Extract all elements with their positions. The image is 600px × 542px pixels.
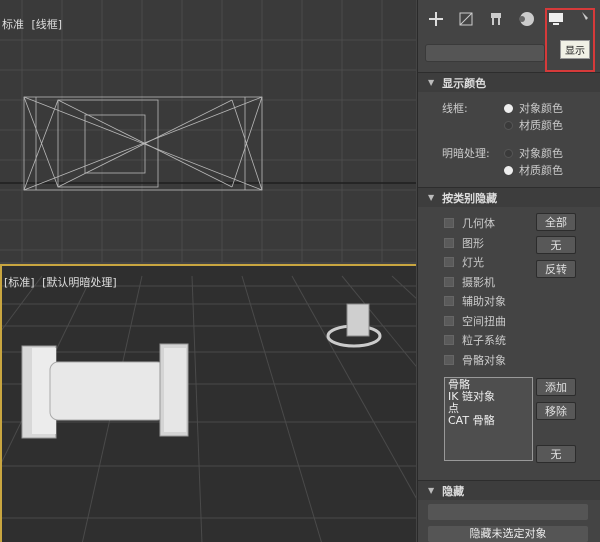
top-viewport-label[interactable]: 标准 [线框] [2,16,66,32]
viewport-shading-label[interactable]: [标准] [4,276,35,289]
wireframe-material-color-radio[interactable]: 材质颜色 [504,117,563,133]
hide-unselected-button[interactable]: 隐藏未选定对象 [428,526,588,542]
remove-button[interactable]: 移除 [536,402,576,420]
perspective-viewport[interactable]: [标准] [默认明暗处理] [0,264,416,542]
all-button[interactable]: 全部 [536,213,576,231]
hide-lights-checkbox[interactable]: 灯光 [444,254,484,270]
display-color-rollout[interactable]: ▼ 显示颜色 [418,72,600,92]
top-viewport-grid [0,0,416,262]
category-listbox[interactable]: 骨骼 IK 链对象 点 CAT 骨骼 [444,377,533,461]
hide-by-category-rollout[interactable]: ▼ 按类别隐藏 [418,187,600,207]
radio-dot [504,103,513,113]
viewport-mode-label[interactable]: [默认明暗处理] [42,276,117,289]
modify-tab-icon[interactable] [454,7,478,31]
spool-object [21,343,189,439]
object-name-field[interactable] [425,44,545,62]
hide-bone-objects-checkbox[interactable]: 骨骼对象 [444,352,506,368]
wireframe-label: 线框: [442,102,468,115]
wireframe-object [23,96,263,191]
hide-rollout[interactable]: ▼ 隐藏 [418,480,600,500]
invert-button[interactable]: 反转 [536,260,576,278]
none-button[interactable]: 无 [536,236,576,254]
top-viewport[interactable]: 标准 [线框] [0,0,416,262]
radio-dot [504,120,513,130]
add-button[interactable]: 添加 [536,378,576,396]
rollout-collapse-icon: ▼ [428,78,435,87]
hide-geometry-checkbox[interactable]: 几何体 [444,215,495,231]
list-none-button[interactable]: 无 [536,445,576,463]
shaded-material-color-radio[interactable]: 材质颜色 [504,162,563,178]
hide-shapes-checkbox[interactable]: 图形 [444,235,484,251]
rollout-collapse-icon: ▼ [428,486,435,495]
viewport-mode-label[interactable]: [线框] [32,18,63,31]
shaded-label: 明暗处理: [442,147,490,160]
rollout-title: 隐藏 [442,484,465,498]
hide-selected-button[interactable] [428,504,588,520]
viewport-shading-label[interactable]: 标准 [2,18,24,31]
list-item[interactable]: IK 链对象 [448,391,529,403]
helper-object [326,303,382,348]
wireframe-object-color-radio[interactable]: 对象颜色 [504,100,563,116]
command-panel: 显示 ▼ 显示颜色 线框: 对象颜色 材质颜色 明暗处理: 对象颜色 材质颜色 … [417,0,600,542]
radio-dot [504,165,513,175]
perspective-grid [2,275,416,542]
radio-dot [504,148,513,158]
hide-helpers-checkbox[interactable]: 辅助对象 [444,293,506,309]
create-tab-icon[interactable] [424,7,448,31]
hierarchy-tab-icon[interactable] [484,7,508,31]
rollout-title: 显示颜色 [442,76,487,90]
hide-spacewarps-checkbox[interactable]: 空间扭曲 [444,313,506,329]
shaded-object-color-radio[interactable]: 对象颜色 [504,145,563,161]
rollout-title: 按类别隐藏 [442,191,498,205]
hide-cameras-checkbox[interactable]: 摄影机 [444,274,495,290]
rollout-collapse-icon: ▼ [428,193,435,202]
perspective-viewport-label[interactable]: [标准] [默认明暗处理] [4,274,121,290]
display-tooltip: 显示 [560,40,590,59]
list-item[interactable]: CAT 骨骼 [448,415,529,427]
hide-particle-systems-checkbox[interactable]: 粒子系统 [444,332,506,348]
motion-tab-icon[interactable] [514,7,538,31]
